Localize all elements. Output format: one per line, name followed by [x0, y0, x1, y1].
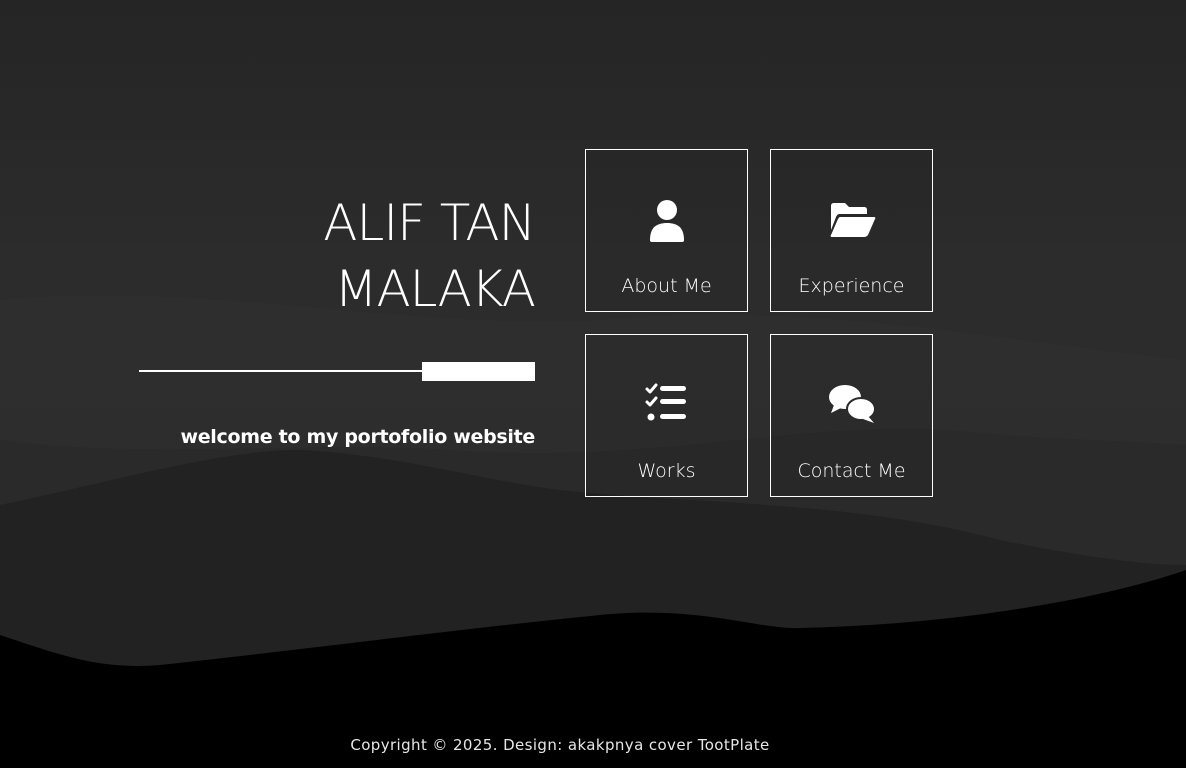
checklist-icon	[645, 383, 686, 421]
site-title-line2: MALAKA	[334, 260, 536, 318]
nav-tile-contact-me[interactable]: Contact Me	[770, 334, 933, 497]
nav-tile-about-me[interactable]: About Me	[585, 149, 748, 312]
nav-tile-experience[interactable]: Experience	[770, 149, 933, 312]
nav-tile-label: Works	[637, 460, 696, 482]
title-divider	[139, 362, 535, 382]
nav-tile-label: About Me	[621, 275, 712, 297]
chat-bubbles-icon	[828, 385, 876, 423]
tagline: welcome to my portofolio website	[180, 426, 535, 448]
divider-thick-bar	[422, 362, 535, 381]
page-background: ALIF TAN MALAKA welcome to my portofolio…	[0, 0, 1186, 768]
intro-section: ALIF TAN MALAKA welcome to my portofolio…	[100, 190, 536, 448]
user-icon	[649, 200, 684, 242]
footer: Copyright © 2025. Design: akakpnya cover…	[0, 735, 1186, 754]
nav-grid: About Me Experience Works Contact Me	[585, 149, 935, 499]
nav-tile-works[interactable]: Works	[585, 334, 748, 497]
site-title-line1: ALIF TAN	[323, 194, 536, 252]
folder-open-icon	[830, 203, 875, 237]
nav-tile-label: Contact Me	[797, 460, 906, 482]
nav-tile-label: Experience	[798, 275, 905, 297]
site-title: ALIF TAN MALAKA	[100, 190, 536, 322]
copyright-text: Copyright © 2025. Design: akakpnya cover…	[350, 736, 770, 754]
divider-thin-line	[139, 370, 429, 372]
